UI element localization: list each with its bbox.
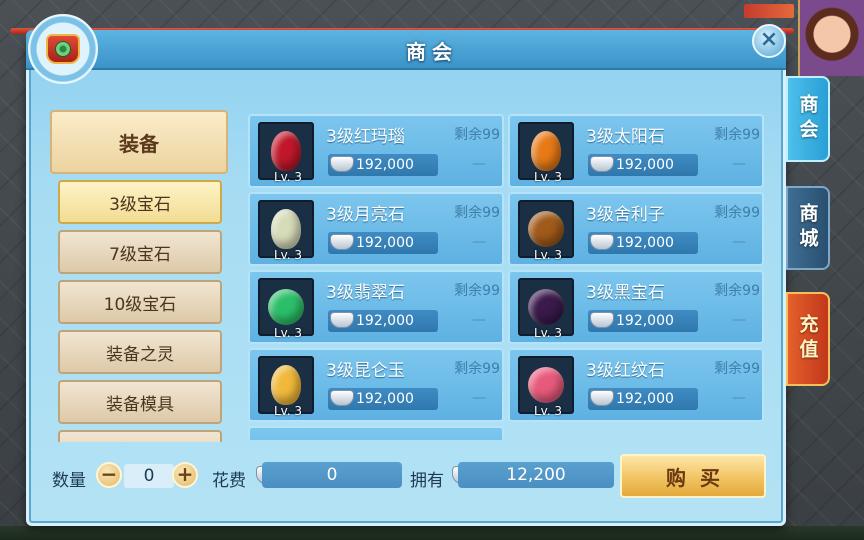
subcategory-list: 3级宝石 7级宝石 10级宝石 装备之灵 装备模具 xyxy=(58,180,222,442)
item-price: 192,000 xyxy=(328,388,438,410)
subcategory-item[interactable]: 装备模具 xyxy=(58,380,222,424)
plus-button[interactable]: + xyxy=(172,462,198,488)
shop-item[interactable]: Lv. 3 3级太阳石 剩余99 192,000 — xyxy=(508,114,764,188)
item-name: 3级昆仑玉 xyxy=(326,361,405,381)
item-price: 192,000 xyxy=(588,154,698,176)
item-level: Lv. 3 xyxy=(533,170,563,184)
item-level: Lv. 3 xyxy=(273,404,303,418)
item-name: 3级黑宝石 xyxy=(586,283,665,303)
item-dash: — xyxy=(472,156,486,172)
item-name: 3级翡翠石 xyxy=(326,283,405,303)
item-remaining: 剩余99 xyxy=(454,127,500,143)
shop-emblem-icon xyxy=(28,14,98,84)
item-name: 3级红玛瑙 xyxy=(326,127,405,147)
treasure-box-icon xyxy=(46,34,80,64)
tab-shanghui[interactable]: 商会 xyxy=(786,76,830,162)
item-price: 192,000 xyxy=(328,310,438,332)
silver-ingot-icon xyxy=(590,156,614,172)
subcategory-item[interactable] xyxy=(58,430,222,442)
subcategory-item[interactable]: 3级宝石 xyxy=(58,180,222,224)
close-button[interactable]: × xyxy=(752,24,786,58)
item-remaining: 剩余99 xyxy=(714,127,760,143)
item-name: 3级红纹石 xyxy=(586,361,665,381)
health-bar xyxy=(744,4,794,18)
item-price: 192,000 xyxy=(588,388,698,410)
gem-icon xyxy=(271,131,301,171)
silver-ingot-icon xyxy=(330,234,354,250)
cost-value: 0 xyxy=(262,462,402,488)
dialog-title: 商会 xyxy=(406,40,458,64)
shop-item[interactable]: Lv. 3 3级昆仑玉 剩余99 192,000 — xyxy=(248,348,504,422)
item-dash: — xyxy=(472,390,486,406)
shop-item[interactable]: Lv. 3 3级舍利子 剩余99 192,000 — xyxy=(508,192,764,266)
gem-icon xyxy=(271,209,301,249)
shop-item[interactable]: Lv. 3 3级翡翠石 剩余99 192,000 — xyxy=(248,270,504,344)
item-dash: — xyxy=(732,390,746,406)
gem-icon xyxy=(268,289,304,325)
silver-ingot-icon xyxy=(330,156,354,172)
item-price: 192,000 xyxy=(328,154,438,176)
shop-item[interactable]: Lv. 3 3级红纹石 剩余99 192,000 — xyxy=(508,348,764,422)
item-name: 3级太阳石 xyxy=(586,127,665,147)
silver-ingot-icon xyxy=(330,390,354,406)
silver-ingot-icon xyxy=(590,234,614,250)
gem-icon xyxy=(528,289,564,325)
item-remaining: 剩余99 xyxy=(454,205,500,221)
gem-icon xyxy=(271,365,301,405)
category-equipment[interactable]: 装备 xyxy=(50,110,228,174)
gem-icon xyxy=(528,211,564,247)
cost-label: 花费 xyxy=(212,471,246,491)
quantity-value[interactable]: 0 xyxy=(124,464,174,488)
item-remaining: 剩余99 xyxy=(714,205,760,221)
quantity-label: 数量 xyxy=(52,471,86,491)
gem-icon xyxy=(531,131,561,171)
item-level: Lv. 3 xyxy=(533,248,563,262)
item-remaining: 剩余99 xyxy=(714,361,760,377)
shop-item[interactable]: Lv. 3 3级月亮石 剩余99 192,000 — xyxy=(248,192,504,266)
item-level: Lv. 3 xyxy=(533,326,563,340)
item-remaining: 剩余99 xyxy=(454,361,500,377)
gem-icon xyxy=(528,367,564,403)
tab-chongzhi[interactable]: 充值 xyxy=(786,292,830,386)
item-grid: Lv. 3 3级红玛瑙 剩余99 192,000 — Lv. 3 3级太阳石 剩… xyxy=(246,112,766,440)
item-level: Lv. 3 xyxy=(533,404,563,418)
minus-button[interactable]: − xyxy=(96,462,122,488)
item-price: 192,000 xyxy=(588,232,698,254)
silver-ingot-icon xyxy=(590,312,614,328)
item-remaining: 剩余99 xyxy=(714,283,760,299)
item-remaining: 剩余99 xyxy=(454,283,500,299)
item-dash: — xyxy=(732,312,746,328)
shop-item[interactable]: Lv. 3 3级黑宝石 剩余99 192,000 — xyxy=(508,270,764,344)
silver-ingot-icon xyxy=(330,312,354,328)
buy-button[interactable]: 购买 xyxy=(620,454,766,498)
subcategory-item[interactable]: 10级宝石 xyxy=(58,280,222,324)
item-dash: — xyxy=(732,156,746,172)
bottom-hud-strip xyxy=(0,526,864,540)
item-price: 192,000 xyxy=(588,310,698,332)
item-name: 3级舍利子 xyxy=(586,205,665,225)
owned-label: 拥有 xyxy=(410,471,444,491)
jade-coin-icon xyxy=(55,41,71,57)
shop-item-partial[interactable] xyxy=(248,426,504,440)
subcategory-item[interactable]: 装备之灵 xyxy=(58,330,222,374)
item-level: Lv. 3 xyxy=(273,170,303,184)
item-dash: — xyxy=(732,234,746,250)
subcategory-item[interactable]: 7级宝石 xyxy=(58,230,222,274)
item-level: Lv. 3 xyxy=(273,248,303,262)
item-price: 192,000 xyxy=(328,232,438,254)
shop-item[interactable]: Lv. 3 3级红玛瑙 剩余99 192,000 — xyxy=(248,114,504,188)
silver-ingot-icon xyxy=(590,390,614,406)
item-level: Lv. 3 xyxy=(273,326,303,340)
item-dash: — xyxy=(472,234,486,250)
item-dash: — xyxy=(472,312,486,328)
item-name: 3级月亮石 xyxy=(326,205,405,225)
owned-value: 12,200 xyxy=(458,462,614,488)
tab-shangcheng[interactable]: 商城 xyxy=(786,186,830,270)
